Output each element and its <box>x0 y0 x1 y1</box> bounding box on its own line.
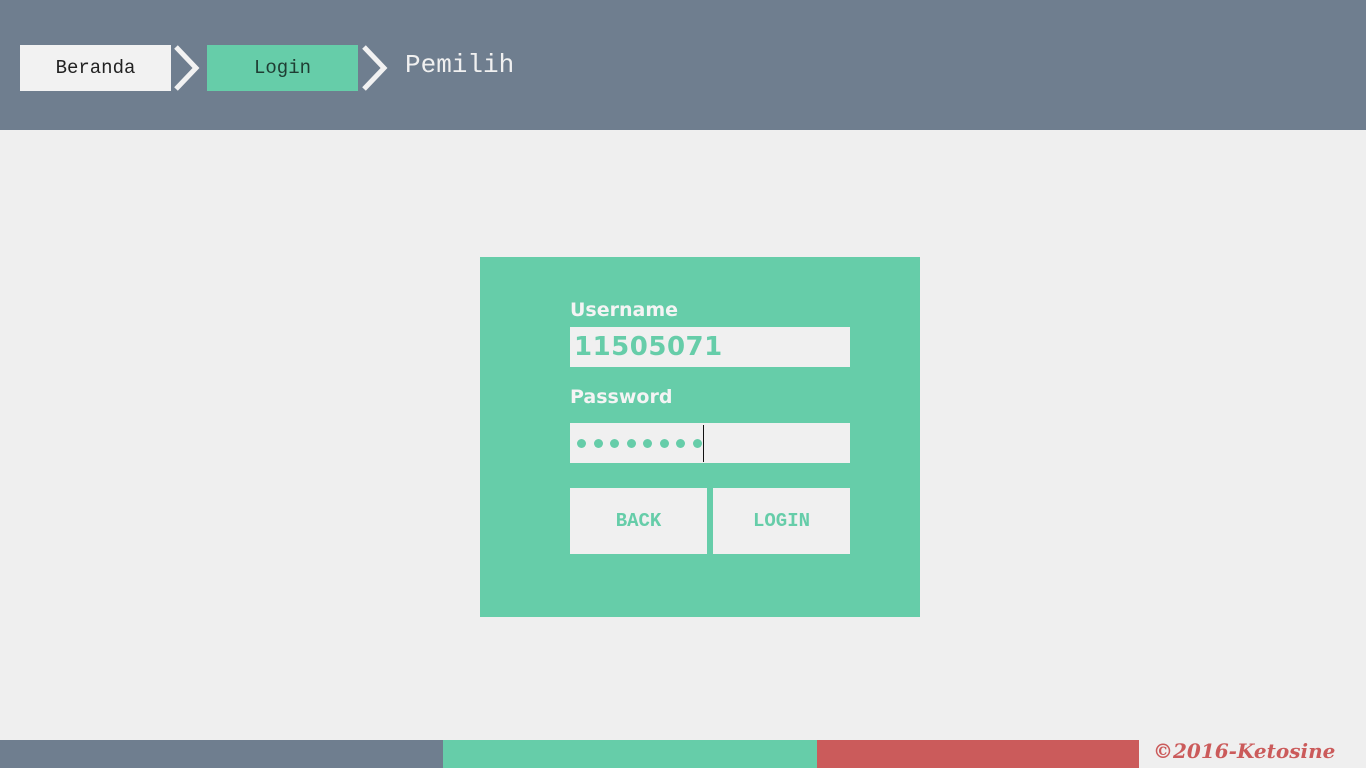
breadcrumb-current: Pemilih <box>405 50 515 80</box>
password-field[interactable] <box>570 423 850 463</box>
username-field[interactable]: 11505071 <box>570 327 850 367</box>
password-dot <box>593 438 603 448</box>
password-mask <box>574 438 709 448</box>
username-label: Username <box>570 299 679 321</box>
password-dot <box>577 438 586 448</box>
breadcrumb-beranda-label: Beranda <box>55 57 136 79</box>
password-label: Password <box>570 386 673 408</box>
password-dot <box>659 438 669 448</box>
password-dot <box>626 438 636 448</box>
password-dot <box>610 438 619 448</box>
login-panel: Username 11505071 Password BACK LOGIN <box>480 257 920 617</box>
breadcrumb-login[interactable]: Login <box>207 45 358 91</box>
chevron-right-icon <box>360 44 390 92</box>
header-bar: Beranda Login Pemilih <box>0 0 1366 130</box>
login-button[interactable]: LOGIN <box>713 488 850 554</box>
username-value: 11505071 <box>574 332 723 362</box>
password-dot <box>643 438 652 448</box>
chevron-right-icon <box>172 44 202 92</box>
copyright-text: ©2016-Ketosine <box>1153 739 1336 763</box>
password-dot <box>676 438 685 448</box>
password-dot <box>692 438 702 448</box>
footer-bar-green <box>443 740 817 768</box>
back-button[interactable]: BACK <box>570 488 707 554</box>
breadcrumb-login-label: Login <box>253 57 311 79</box>
text-cursor <box>703 424 704 462</box>
breadcrumb-beranda[interactable]: Beranda <box>20 45 171 91</box>
footer-bar-red <box>817 740 1139 768</box>
footer-bar-gray <box>0 740 443 768</box>
